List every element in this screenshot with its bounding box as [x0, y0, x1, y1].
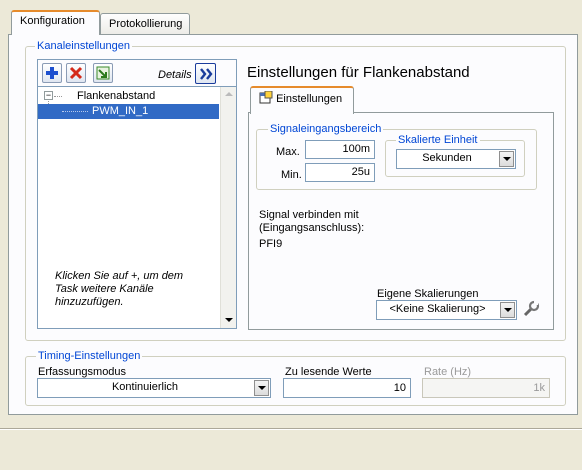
scaling-wrench-button[interactable] — [522, 300, 540, 318]
chevron-down-icon[interactable] — [499, 151, 514, 167]
tab-protokollierung-label: Protokollierung — [109, 18, 183, 30]
tree-expander[interactable]: − — [44, 91, 53, 100]
max-label: Max. — [276, 146, 300, 158]
tab-konfiguration[interactable]: Konfiguration — [11, 10, 100, 35]
min-input[interactable]: 25u — [305, 163, 375, 182]
add-icon — [46, 67, 58, 79]
signal-range-legend: Signaleingangsbereich — [268, 123, 384, 135]
timing-legend: Timing-Einstellungen — [36, 350, 143, 362]
chevron-down-icon[interactable] — [500, 302, 515, 318]
settings-panel-title: Einstellungen für Flankenabstand — [247, 64, 470, 81]
remove-icon — [69, 66, 83, 80]
scaled-unit-value: Sekunden — [422, 152, 472, 164]
move-icon — [96, 66, 110, 80]
scaled-unit-dropdown[interactable]: Sekunden — [396, 149, 516, 169]
acquisition-mode-label: Erfassungsmodus — [38, 366, 127, 378]
scroll-up-arrow[interactable] — [225, 92, 233, 96]
add-channel-button[interactable] — [42, 63, 62, 83]
samples-to-read-label: Zu lesende Werte — [285, 366, 372, 378]
acquisition-mode-value: Kontinuierlich — [111, 381, 179, 393]
tab-protokollierung[interactable]: Protokollierung — [100, 13, 190, 35]
add-channel-hint: Klicken Sie auf +, um dem Task weitere K… — [55, 270, 184, 308]
channel-tree-scrollbar[interactable] — [220, 87, 236, 328]
acquisition-mode-dropdown[interactable]: Kontinuierlich — [37, 378, 271, 398]
scroll-down-arrow[interactable] — [225, 318, 233, 322]
remove-channel-button[interactable] — [66, 63, 86, 83]
tab-einstellungen-label: Einstellungen — [276, 93, 343, 105]
bottom-separator — [0, 428, 582, 430]
move-channel-button[interactable] — [93, 63, 113, 83]
max-input[interactable]: 100m — [305, 140, 375, 159]
tab-konfiguration-label: Konfiguration — [20, 15, 85, 27]
tree-line — [54, 96, 62, 97]
tab-einstellungen[interactable]: Einstellungen — [250, 86, 354, 114]
tree-item-flankenabstand[interactable]: Flankenabstand — [77, 90, 155, 102]
min-label: Min. — [281, 169, 302, 181]
details-button[interactable] — [195, 63, 216, 84]
connect-signal-value: PFI9 — [259, 238, 283, 250]
custom-scaling-dropdown[interactable]: <Keine Skalierung> — [376, 300, 517, 320]
samples-to-read-input[interactable]: 10 — [283, 378, 411, 398]
wrench-icon — [523, 300, 540, 317]
tree-item-pwm-in-1[interactable]: PWM_IN_1 — [92, 105, 148, 117]
rate-label: Rate (Hz) — [424, 366, 472, 378]
details-label: Details — [158, 69, 192, 81]
chevron-down-icon[interactable] — [254, 380, 269, 396]
channel-settings-legend: Kanaleinstellungen — [35, 40, 132, 52]
rate-input: 1k — [422, 378, 550, 398]
settings-icon — [259, 90, 273, 104]
custom-scaling-label: Eigene Skalierungen — [377, 288, 479, 300]
tree-line — [62, 111, 88, 112]
custom-scaling-value: <Keine Skalierung> — [389, 303, 486, 315]
double-chevron-right-icon — [199, 67, 213, 80]
connect-signal-label: Signal verbinden mit (Eingangsanschluss)… — [259, 209, 365, 234]
scaled-unit-legend: Skalierte Einheit — [396, 134, 480, 146]
